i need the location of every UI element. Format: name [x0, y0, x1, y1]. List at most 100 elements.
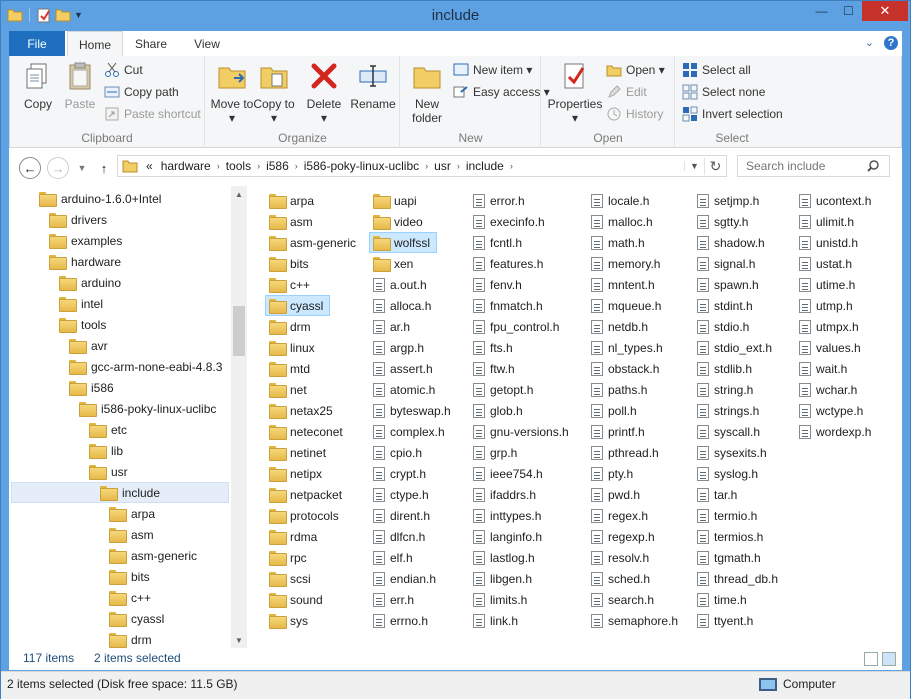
file-item[interactable]: complex.h [373, 421, 445, 442]
file-item[interactable]: ustat.h [799, 253, 852, 274]
file-item[interactable]: stdint.h [697, 295, 753, 316]
file-item[interactable]: arpa [269, 190, 314, 211]
file-item[interactable]: memory.h [591, 253, 660, 274]
file-item-selected[interactable]: cyassl [265, 295, 331, 316]
file-item[interactable]: pwd.h [591, 484, 640, 505]
file-item[interactable]: fts.h [473, 337, 513, 358]
move-to-button[interactable]: Move to ▾ [210, 60, 254, 125]
tree-item[interactable]: gcc-arm-none-eabi-4.8.3 [69, 356, 222, 377]
file-item[interactable]: pthread.h [591, 442, 659, 463]
invert-selection-button[interactable]: Invert selection [682, 104, 783, 124]
edit-button[interactable]: Edit [606, 82, 647, 102]
file-item[interactable]: netax25 [269, 400, 333, 421]
file-item[interactable]: errno.h [373, 610, 428, 631]
file-item[interactable]: video [373, 211, 423, 232]
file-item[interactable]: ucontext.h [799, 190, 871, 211]
tree-item[interactable]: usr [89, 461, 128, 482]
tree-item[interactable]: i586 [69, 377, 114, 398]
file-item[interactable]: libgen.h [473, 568, 532, 589]
file-item[interactable]: xen [373, 253, 413, 274]
file-item[interactable]: bits [269, 253, 309, 274]
file-item[interactable]: utmp.h [799, 295, 853, 316]
file-item[interactable]: error.h [473, 190, 525, 211]
tree-item[interactable]: examples [49, 230, 122, 251]
cut-button[interactable]: Cut [104, 60, 143, 80]
file-item[interactable]: resolv.h [591, 547, 649, 568]
file-item[interactable]: pty.h [591, 463, 633, 484]
select-all-button[interactable]: Select all [682, 60, 751, 80]
file-item[interactable]: linux [269, 337, 315, 358]
tab-share[interactable]: Share [125, 31, 177, 56]
file-item[interactable]: link.h [473, 610, 518, 631]
file-item[interactable]: err.h [373, 589, 414, 610]
file-item[interactable]: paths.h [591, 379, 647, 400]
file-item[interactable]: scsi [269, 568, 311, 589]
file-item[interactable]: asm-generic [269, 232, 356, 253]
file-item[interactable]: net [269, 379, 307, 400]
open-button[interactable]: Open ▾ [606, 60, 665, 80]
tree-item[interactable]: lib [89, 440, 123, 461]
file-item[interactable]: tgmath.h [697, 547, 761, 568]
address-dropdown-icon[interactable]: ▼ [684, 161, 704, 171]
file-item[interactable]: wctype.h [799, 400, 863, 421]
file-item[interactable]: nl_types.h [591, 337, 663, 358]
copy-path-button[interactable]: Copy path [104, 82, 179, 102]
scroll-down-icon[interactable]: ▼ [231, 632, 247, 648]
file-item[interactable]: rpc [269, 547, 307, 568]
navigation-scrollbar[interactable]: ▲ ▼ [231, 186, 247, 648]
properties-button[interactable]: Properties ▾ [546, 60, 604, 125]
file-item[interactable]: ctype.h [373, 484, 429, 505]
file-item[interactable]: utime.h [799, 274, 855, 295]
breadcrumb-include[interactable]: include [462, 159, 508, 173]
file-item[interactable]: termio.h [697, 505, 757, 526]
file-item[interactable]: c++ [269, 274, 310, 295]
tree-item[interactable]: etc [89, 419, 127, 440]
back-button[interactable]: ← [19, 157, 41, 179]
file-item[interactable]: ftw.h [473, 358, 515, 379]
file-item[interactable]: asm [269, 211, 313, 232]
tree-item[interactable]: bits [109, 566, 150, 587]
tree-item[interactable]: i586-poky-linux-uclibc [79, 398, 216, 419]
search-icon[interactable] [866, 159, 880, 173]
scrollbar-thumb[interactable] [233, 306, 245, 356]
file-item[interactable]: setjmp.h [697, 190, 759, 211]
search-box[interactable] [737, 155, 890, 177]
maximize-button[interactable]: ☐ [835, 1, 862, 21]
copy-to-button[interactable]: Copy to ▾ [252, 60, 296, 125]
breadcrumb-i586-poky[interactable]: i586-poky-linux-uclibc [300, 159, 423, 173]
file-item[interactable]: utmpx.h [799, 316, 859, 337]
file-item[interactable]: rdma [269, 526, 317, 547]
file-item[interactable]: alloca.h [373, 295, 431, 316]
file-item[interactable]: byteswap.h [373, 400, 451, 421]
file-item[interactable]: fcntl.h [473, 232, 522, 253]
file-item[interactable]: mqueue.h [591, 295, 661, 316]
file-item[interactable]: search.h [591, 589, 654, 610]
breadcrumb-tools[interactable]: tools [222, 159, 255, 173]
file-item[interactable]: semaphore.h [591, 610, 678, 631]
file-item[interactable]: locale.h [591, 190, 649, 211]
file-item[interactable]: unistd.h [799, 232, 858, 253]
file-item[interactable]: wait.h [799, 358, 847, 379]
file-item[interactable]: netpacket [269, 484, 342, 505]
file-item[interactable]: dlfcn.h [373, 526, 425, 547]
file-item[interactable]: cpio.h [373, 442, 422, 463]
file-item[interactable]: sysexits.h [697, 442, 767, 463]
breadcrumb-usr[interactable]: usr [430, 159, 455, 173]
tree-item[interactable]: intel [59, 293, 103, 314]
file-item[interactable]: argp.h [373, 337, 424, 358]
file-item[interactable]: fnmatch.h [473, 295, 543, 316]
file-item[interactable]: elf.h [373, 547, 413, 568]
new-item-button[interactable]: New item ▾ [453, 60, 532, 80]
file-item[interactable]: spawn.h [697, 274, 759, 295]
large-icons-view-icon[interactable] [882, 652, 896, 666]
search-input[interactable] [746, 159, 866, 173]
tree-item[interactable]: asm [109, 524, 154, 545]
file-item[interactable]: netdb.h [591, 316, 648, 337]
file-item-selected[interactable]: wolfssl [369, 232, 438, 253]
file-item[interactable]: wchar.h [799, 379, 857, 400]
select-none-button[interactable]: Select none [682, 82, 765, 102]
file-item[interactable]: a.out.h [373, 274, 427, 295]
tree-item[interactable]: arpa [109, 503, 155, 524]
tab-view[interactable]: View [179, 31, 235, 56]
file-item[interactable]: obstack.h [591, 358, 659, 379]
